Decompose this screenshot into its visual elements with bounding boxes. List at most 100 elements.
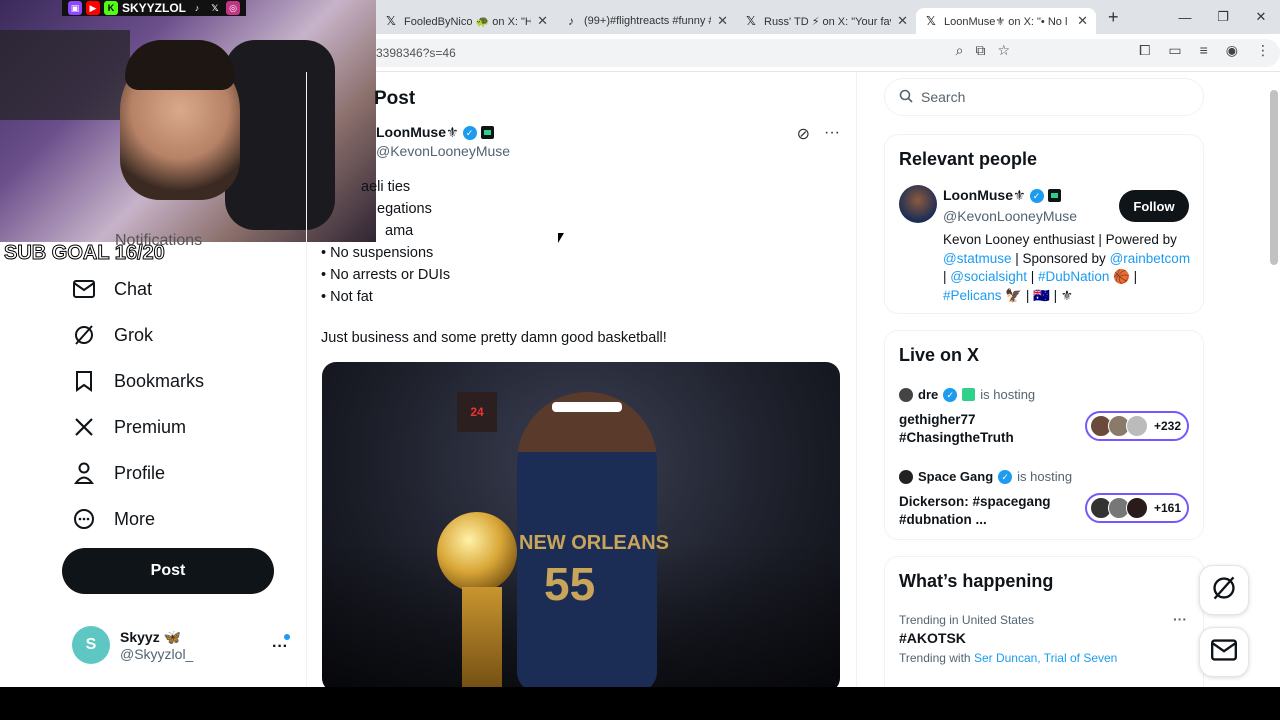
- more-icon[interactable]: ···: [1173, 611, 1187, 627]
- hosting-label: is hosting: [1017, 469, 1073, 484]
- url-text: 3398346?s=46: [376, 45, 456, 60]
- messages-fab[interactable]: [1199, 627, 1249, 677]
- close-icon[interactable]: ✕: [1077, 13, 1088, 29]
- nav-grok[interactable]: Grok: [72, 323, 153, 347]
- close-window-icon[interactable]: ✕: [1242, 9, 1280, 25]
- trend-meta: Trending in United States: [899, 613, 1034, 627]
- x-icon: 𝕏: [211, 3, 219, 13]
- trend-with-links[interactable]: Ser Duncan, Trial of Seven: [974, 651, 1117, 665]
- sidebar-icon[interactable]: ▭: [1168, 42, 1181, 59]
- post-image[interactable]: 24 NEW ORLEANS 55: [322, 362, 840, 687]
- star-icon[interactable]: ☆: [997, 42, 1010, 59]
- grok-icon[interactable]: ⊘: [797, 124, 810, 144]
- headband: [552, 402, 622, 412]
- close-icon[interactable]: ✕: [717, 13, 728, 29]
- more-icon[interactable]: ···: [824, 124, 840, 144]
- minimize-icon[interactable]: —: [1166, 10, 1204, 25]
- post-author-handle[interactable]: @KevonLooneyMuse: [376, 143, 510, 159]
- profile-icon[interactable]: ◉: [1226, 42, 1238, 59]
- space-host[interactable]: dre ✓ is hosting: [899, 387, 1035, 402]
- relevant-name-text: LoonMuse⚜: [943, 187, 1026, 203]
- trend-with: Trending with Ser Duncan, Trial of Seven: [899, 651, 1117, 665]
- space-title[interactable]: gethigher77 #ChasingtheTruth: [899, 411, 1079, 447]
- nav-chat[interactable]: Chat: [72, 277, 152, 301]
- post-line: • No arrests or DUIs: [321, 267, 451, 283]
- post-author-name[interactable]: LoonMuse⚜ ✓: [376, 124, 494, 141]
- tab-3[interactable]: 𝕏 LoonMuse⚜ on X: "• No l ✕: [916, 8, 1096, 34]
- post-line: • Not fat: [321, 289, 373, 305]
- address-bar: 3398346?s=46 ⌕ ⧉ ☆ ⧠ ▭ ≡ ◉ ⋮: [376, 34, 1280, 72]
- page-title: Post: [374, 88, 416, 109]
- menu-icon[interactable]: ⋮: [1256, 42, 1270, 59]
- space-host[interactable]: Space Gang ✓ is hosting: [899, 469, 1072, 484]
- new-tab-button[interactable]: +: [1108, 7, 1119, 28]
- mail-icon: [72, 277, 96, 301]
- avatar: [1126, 415, 1148, 437]
- grok-icon: [72, 323, 96, 347]
- window-controls: — ❐ ✕: [1166, 0, 1280, 34]
- relevant-name[interactable]: LoonMuse⚜ ✓: [943, 187, 1061, 204]
- panel-title: Live on X: [899, 345, 980, 365]
- close-icon[interactable]: ✕: [897, 13, 908, 29]
- bio-link[interactable]: @statmuse: [943, 251, 1011, 266]
- bio-link[interactable]: #DubNation: [1038, 269, 1109, 284]
- space-title[interactable]: Dickerson: #spacegang #dubnation ...: [899, 493, 1079, 529]
- bio-link[interactable]: @socialsight: [950, 269, 1027, 284]
- avatar: S: [72, 626, 110, 664]
- avatar: [899, 469, 913, 484]
- search-input[interactable]: Search: [884, 78, 1204, 116]
- nav-profile[interactable]: Profile: [72, 461, 165, 485]
- grok-icon: [1211, 575, 1237, 606]
- zoom-icon[interactable]: ⌕: [956, 42, 964, 59]
- scrollbar[interactable]: [1268, 72, 1280, 687]
- scroll-thumb[interactable]: [1270, 90, 1278, 265]
- cast-icon[interactable]: ⧉: [975, 42, 985, 59]
- mail-icon: [1211, 638, 1237, 666]
- follow-button[interactable]: Follow: [1119, 190, 1189, 222]
- extensions-icon[interactable]: ⧠: [1139, 42, 1150, 59]
- search-icon: [899, 89, 913, 106]
- tiktok-icon: ♪: [194, 3, 200, 13]
- tab-1[interactable]: ♪ (99+)#flightreacts #funny # ✕: [556, 8, 736, 34]
- maximize-icon[interactable]: ❐: [1204, 9, 1242, 25]
- listeners-badge[interactable]: +161: [1085, 493, 1189, 523]
- trophy-base: [462, 587, 502, 687]
- panel-title: Relevant people: [899, 149, 1038, 169]
- twitch-icon: ▣: [68, 1, 82, 15]
- post-button[interactable]: Post: [62, 548, 274, 594]
- nav-label: Chat: [114, 278, 153, 299]
- youtube-icon: ▶: [86, 1, 100, 15]
- listeners-badge[interactable]: +232: [1085, 411, 1189, 441]
- grok-fab[interactable]: [1199, 565, 1249, 615]
- affiliate-badge-icon: [1047, 189, 1061, 202]
- tiktok-icon: ♪: [568, 14, 574, 28]
- address-icons: ⌕ ⧉ ☆: [944, 42, 1022, 59]
- close-icon[interactable]: ✕: [537, 13, 548, 29]
- search-placeholder: Search: [921, 89, 966, 105]
- nav-premium[interactable]: Premium: [72, 415, 186, 439]
- account-switcher[interactable]: S Skyyz 🦋 @Skyyzlol_: [72, 626, 193, 664]
- tab-0[interactable]: 𝕏 FooledByNico 🐢 on X: "He ✕: [376, 8, 556, 34]
- verified-icon: ✓: [1029, 188, 1044, 203]
- x-icon: 𝕏: [386, 14, 396, 28]
- mouse-cursor: [558, 233, 564, 243]
- bio-link[interactable]: #Pelicans: [943, 288, 1002, 303]
- kick-icon: K: [104, 1, 118, 15]
- nav-bookmarks[interactable]: Bookmarks: [72, 369, 204, 393]
- bio-text: 🏀 |: [1109, 269, 1138, 284]
- more-circle-icon: [72, 507, 96, 531]
- nav-notifications-partial[interactable]: Notifications: [115, 232, 202, 250]
- instagram-icon: ◎: [226, 1, 241, 15]
- media-icon[interactable]: ≡: [1200, 42, 1208, 59]
- listener-count: +232: [1154, 419, 1182, 433]
- nav-more[interactable]: More: [72, 507, 155, 531]
- trend-name[interactable]: #AKOTSK: [899, 630, 966, 646]
- relevant-handle[interactable]: @KevonLooneyMuse: [943, 208, 1077, 224]
- bio-link[interactable]: @rainbetcom: [1110, 251, 1191, 266]
- x-icon: 𝕏: [926, 14, 936, 28]
- affiliate-badge-icon: [480, 126, 494, 139]
- bio-text: | Sponsored by: [1011, 250, 1106, 266]
- tab-2[interactable]: 𝕏 Russ' TD ⚡ on X: "Your fav ✕: [736, 8, 916, 34]
- avatar[interactable]: [899, 185, 937, 223]
- account-more-icon[interactable]: ···: [272, 638, 288, 656]
